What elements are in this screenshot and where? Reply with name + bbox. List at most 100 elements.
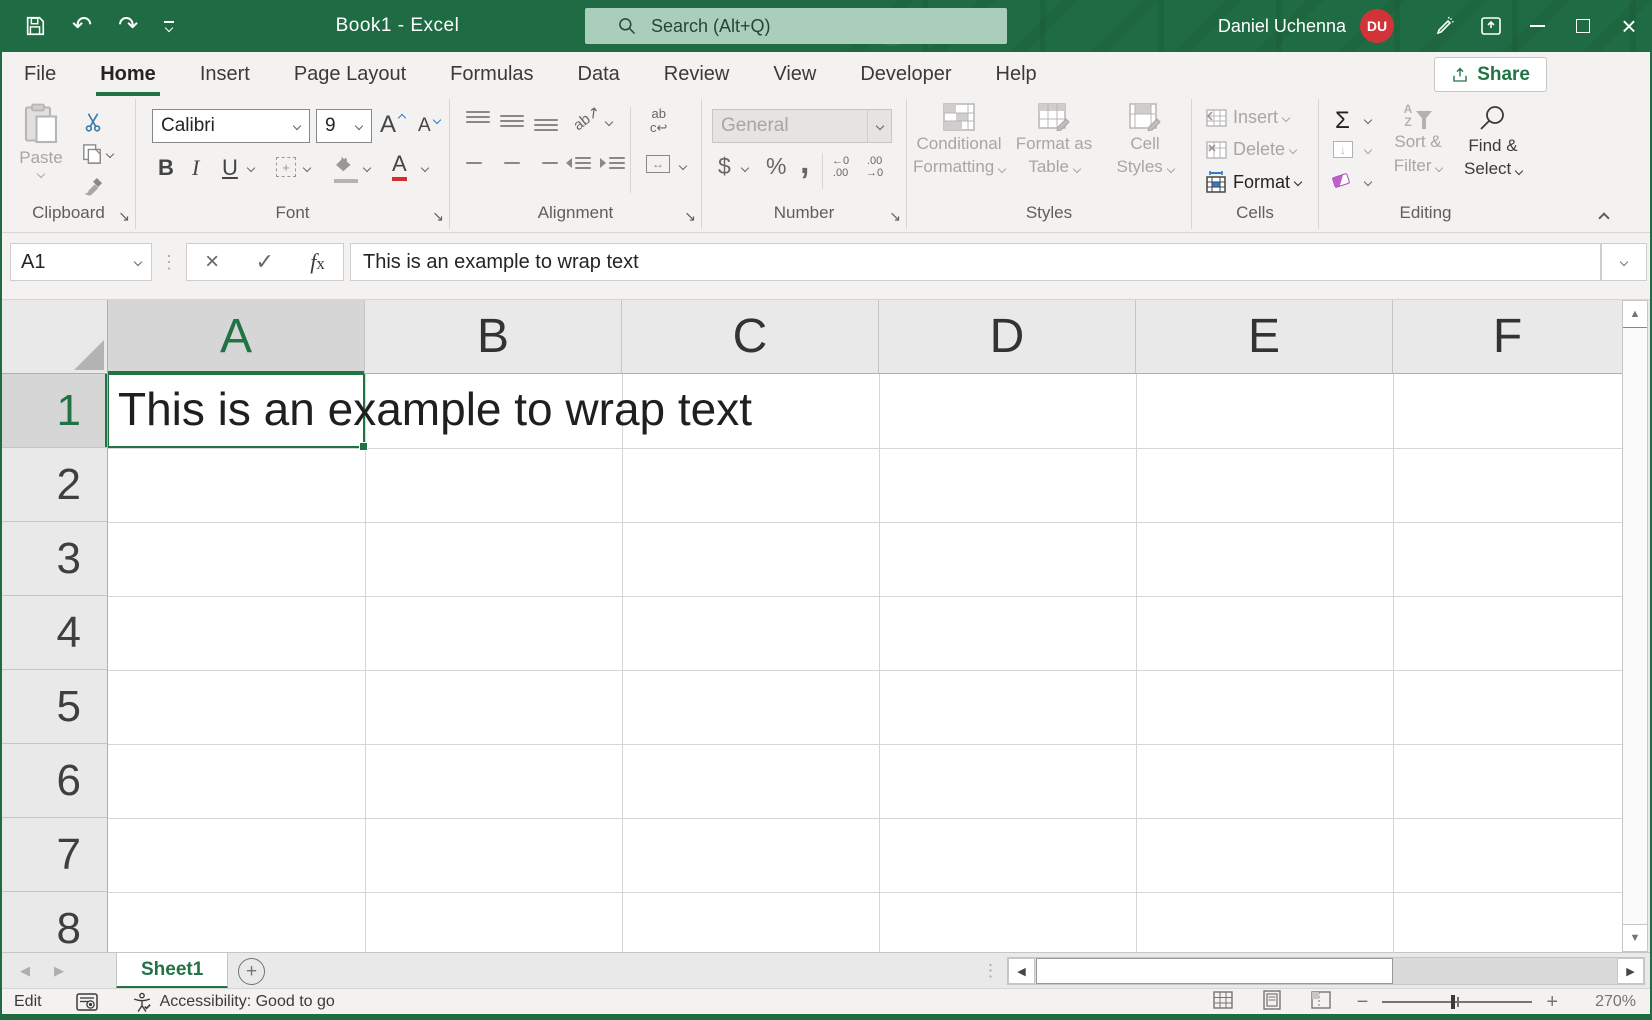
- new-sheet-button[interactable]: +: [238, 958, 265, 985]
- user-name[interactable]: Daniel Uchenna: [1218, 16, 1346, 37]
- decrease-font-size-button[interactable]: A: [418, 115, 441, 137]
- fill-handle[interactable]: [359, 442, 368, 451]
- decrease-decimal-button[interactable]: .00 →0: [866, 155, 883, 179]
- find-select-button[interactable]: Find & Select: [1457, 103, 1529, 180]
- cut-button[interactable]: [82, 111, 104, 133]
- insert-cells-button[interactable]: Insert: [1204, 107, 1291, 128]
- clipboard-dialog-launcher[interactable]: ↘: [118, 209, 130, 223]
- row-header-4[interactable]: 4: [2, 596, 107, 670]
- search-box[interactable]: Search (Alt+Q): [585, 8, 1007, 44]
- fill-button[interactable]: ↓: [1333, 141, 1353, 158]
- comma-style-button[interactable]: ,: [800, 143, 809, 182]
- normal-view-button[interactable]: [1212, 990, 1233, 1014]
- maximize-button[interactable]: [1560, 0, 1606, 52]
- scroll-left-button[interactable]: ◀: [1008, 958, 1035, 984]
- fill-color-dropdown[interactable]: [362, 163, 372, 173]
- format-cells-button[interactable]: Format: [1204, 171, 1303, 193]
- minimize-button[interactable]: [1514, 0, 1560, 52]
- tab-insert[interactable]: Insert: [198, 59, 252, 90]
- font-size-select[interactable]: 9: [316, 109, 372, 143]
- select-all-corner[interactable]: [2, 300, 108, 374]
- copy-button[interactable]: [82, 143, 115, 165]
- cancel-entry-button[interactable]: ×: [205, 248, 219, 276]
- share-button[interactable]: Share: [1434, 57, 1547, 92]
- orientation-button[interactable]: ab↗: [570, 103, 604, 134]
- page-break-preview-button[interactable]: [1310, 990, 1331, 1014]
- avatar[interactable]: DU: [1360, 9, 1394, 43]
- align-top-button[interactable]: [466, 111, 490, 131]
- sheet-cells-area[interactable]: This is an example to wrap text: [108, 374, 1622, 952]
- merge-center-button[interactable]: ↔: [646, 155, 670, 173]
- zoom-slider-thumb[interactable]: [1451, 995, 1456, 1009]
- column-header-d[interactable]: D: [879, 300, 1136, 373]
- font-color-dropdown[interactable]: [420, 163, 430, 173]
- tab-developer[interactable]: Developer: [858, 59, 953, 90]
- tab-help[interactable]: Help: [994, 59, 1039, 90]
- scroll-down-button[interactable]: ▼: [1623, 924, 1647, 951]
- tab-view[interactable]: View: [771, 59, 818, 90]
- italic-button[interactable]: I: [192, 155, 199, 181]
- formula-input[interactable]: This is an example to wrap text: [350, 243, 1601, 281]
- scroll-up-button[interactable]: ▲: [1623, 301, 1647, 328]
- orientation-dropdown[interactable]: [604, 117, 614, 127]
- underline-button[interactable]: U: [222, 155, 238, 181]
- autosum-dropdown[interactable]: [1363, 115, 1373, 125]
- column-header-b[interactable]: B: [365, 300, 622, 373]
- autosum-button[interactable]: Σ: [1335, 107, 1350, 135]
- format-as-table-button[interactable]: Format as Table: [1009, 103, 1099, 178]
- sort-filter-button[interactable]: A Z Sort & Filter: [1381, 102, 1455, 176]
- number-dialog-launcher[interactable]: ↘: [889, 209, 901, 223]
- row-header-7[interactable]: 7: [2, 818, 107, 892]
- close-button[interactable]: ×: [1606, 0, 1652, 52]
- underline-dropdown[interactable]: [246, 163, 256, 173]
- row-header-6[interactable]: 6: [2, 744, 107, 818]
- borders-button[interactable]: +: [276, 157, 296, 177]
- increase-font-size-button[interactable]: A: [380, 111, 407, 139]
- name-box-resize-handle[interactable]: ⋮: [152, 243, 186, 281]
- expand-formula-bar-button[interactable]: [1601, 243, 1647, 281]
- alignment-dialog-launcher[interactable]: ↘: [684, 209, 696, 223]
- tab-file[interactable]: File: [22, 59, 58, 90]
- accounting-format-dropdown[interactable]: [740, 163, 750, 173]
- increase-indent-button[interactable]: [600, 157, 625, 169]
- delete-cells-button[interactable]: Delete: [1204, 139, 1298, 160]
- font-color-button[interactable]: A: [392, 153, 407, 181]
- page-layout-view-button[interactable]: [1262, 989, 1281, 1015]
- format-painter-button[interactable]: [82, 177, 104, 197]
- wrap-text-button[interactable]: ab c↩: [650, 106, 667, 136]
- tab-review[interactable]: Review: [662, 59, 732, 90]
- row-header-1[interactable]: 1: [2, 374, 107, 448]
- accessibility-status[interactable]: Accessibility: Good to go: [132, 992, 335, 1012]
- sheet-tab-sheet1[interactable]: Sheet1: [116, 953, 229, 989]
- align-middle-button[interactable]: [500, 111, 524, 131]
- row-header-2[interactable]: 2: [2, 448, 107, 522]
- number-format-select[interactable]: General: [712, 109, 892, 143]
- column-header-a[interactable]: A: [108, 300, 365, 374]
- increase-decimal-button[interactable]: ←0 .00: [832, 155, 849, 179]
- clear-button[interactable]: [1331, 172, 1351, 189]
- macro-record-button[interactable]: [75, 993, 98, 1011]
- paste-button[interactable]: Paste: [10, 103, 72, 179]
- decrease-indent-button[interactable]: [566, 157, 591, 169]
- merge-center-dropdown[interactable]: [678, 161, 688, 171]
- cell-styles-button[interactable]: Cell Styles: [1103, 103, 1187, 178]
- align-center-button[interactable]: [500, 157, 524, 169]
- horizontal-scroll-thumb[interactable]: [1036, 958, 1393, 984]
- tab-split-handle[interactable]: ⋮: [982, 953, 999, 989]
- ribbon-display-options-button[interactable]: [1468, 0, 1514, 52]
- font-dialog-launcher[interactable]: ↘: [432, 209, 444, 223]
- clear-dropdown[interactable]: [1363, 177, 1373, 187]
- sheet-next-button[interactable]: ▶: [54, 963, 64, 979]
- align-right-button[interactable]: [534, 157, 558, 169]
- fill-color-button[interactable]: [334, 155, 358, 183]
- percent-style-button[interactable]: %: [766, 153, 786, 180]
- scroll-right-button[interactable]: ▶: [1617, 958, 1644, 984]
- align-bottom-button[interactable]: [534, 111, 558, 131]
- tab-home[interactable]: Home: [96, 59, 160, 96]
- borders-dropdown[interactable]: [302, 163, 312, 173]
- bold-button[interactable]: B: [158, 155, 174, 181]
- sheet-prev-button[interactable]: ◀: [20, 963, 30, 979]
- collapse-ribbon-button[interactable]: [1598, 209, 1610, 227]
- vertical-scrollbar[interactable]: ▲ ▼: [1622, 300, 1648, 952]
- tab-formulas[interactable]: Formulas: [448, 59, 535, 90]
